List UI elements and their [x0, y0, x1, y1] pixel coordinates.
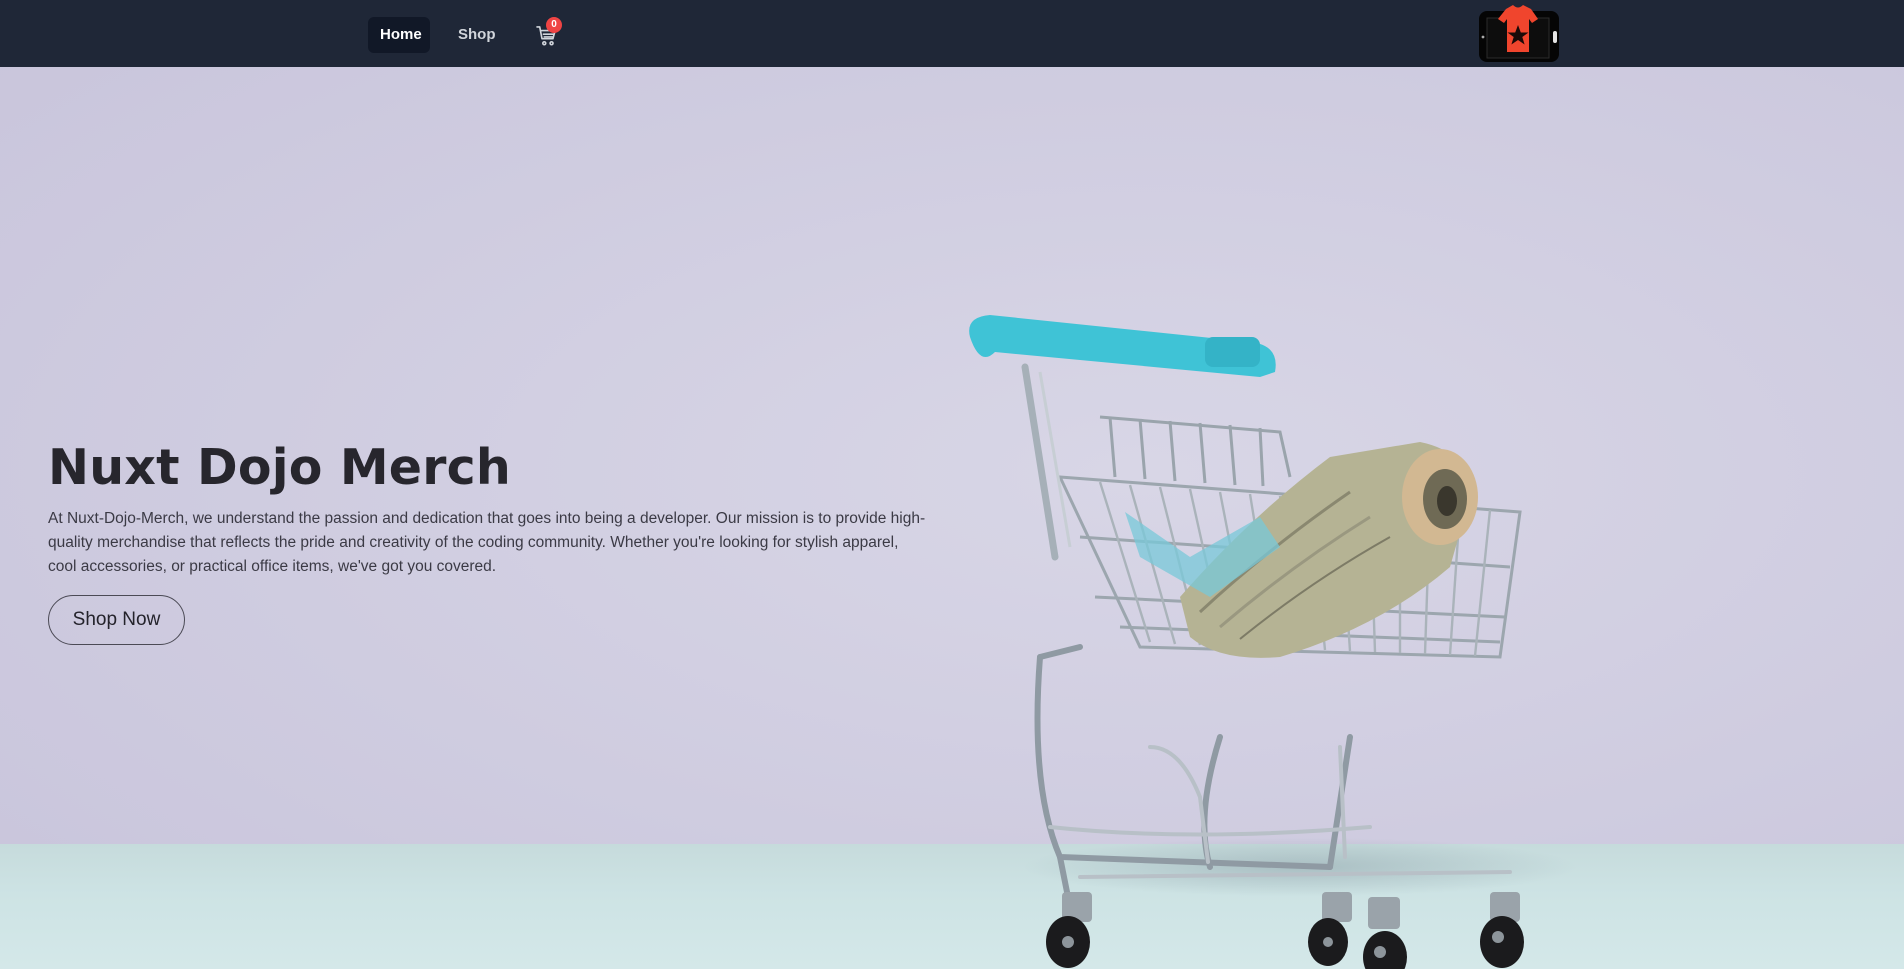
phone-tshirt-star-logo: [1479, 5, 1559, 62]
cart-count-badge: 0: [546, 17, 562, 33]
shop-now-button[interactable]: Shop Now: [48, 595, 185, 645]
nav-home-link[interactable]: Home: [368, 17, 430, 53]
cart-button[interactable]: 0: [534, 17, 566, 50]
site-logo[interactable]: [1478, 5, 1560, 63]
hero-description: At Nuxt-Dojo-Merch, we understand the pa…: [48, 510, 926, 575]
shopping-cart-with-money-photo: [969, 315, 1524, 969]
hero-section: Nuxt Dojo Merch At Nuxt-Dojo-Merch, we u…: [0, 67, 1904, 969]
navbar: Home Shop 0: [0, 0, 1904, 67]
hero-title: Nuxt Dojo Merch: [48, 439, 511, 496]
nav-shop-link[interactable]: Shop: [446, 17, 508, 53]
